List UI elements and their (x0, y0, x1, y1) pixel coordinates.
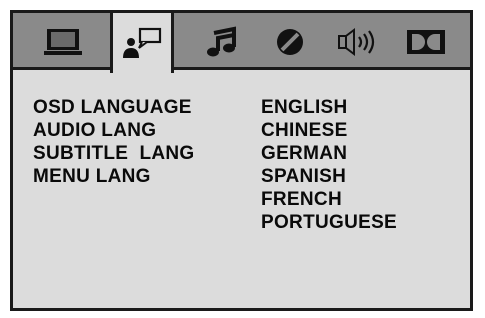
speaker-icon (336, 27, 380, 57)
monitor-icon (43, 27, 83, 57)
tab-general-setup[interactable] (31, 13, 95, 70)
menu-item-subtitle-lang[interactable]: SUBTITLE LANG (33, 142, 194, 165)
osd-setup-panel: OSD LANGUAGE AUDIO LANG SUBTITLE LANG ME… (10, 10, 473, 311)
tab-language-setup[interactable] (110, 13, 174, 73)
setting-list: OSD LANGUAGE AUDIO LANG SUBTITLE LANG ME… (33, 96, 194, 188)
menu-item-audio-lang[interactable]: AUDIO LANG (33, 119, 194, 142)
menu-item-osd-language[interactable]: OSD LANGUAGE (33, 96, 194, 119)
tab-audio-setup[interactable] (189, 13, 253, 70)
option-chinese[interactable]: CHINESE (261, 119, 397, 142)
dolby-icon (406, 28, 446, 56)
tab-dolby-setup[interactable] (394, 13, 458, 70)
menu-item-menu-lang[interactable]: MENU LANG (33, 165, 194, 188)
tab-speaker-setup[interactable] (326, 13, 390, 70)
tab-bar (13, 13, 470, 73)
option-portuguese[interactable]: PORTUGUESE (261, 211, 397, 234)
music-note-icon (204, 25, 238, 59)
option-french[interactable]: FRENCH (261, 188, 397, 211)
option-english[interactable]: ENGLISH (261, 96, 397, 119)
option-german[interactable]: GERMAN (261, 142, 397, 165)
tab-video-setup[interactable] (258, 13, 322, 70)
person-speech-icon (120, 26, 164, 60)
option-spanish[interactable]: SPANISH (261, 165, 397, 188)
disc-icon (274, 26, 306, 58)
language-setup-page: OSD LANGUAGE AUDIO LANG SUBTITLE LANG ME… (13, 70, 470, 308)
language-options-list: ENGLISH CHINESE GERMAN SPANISH FRENCH PO… (261, 96, 397, 234)
